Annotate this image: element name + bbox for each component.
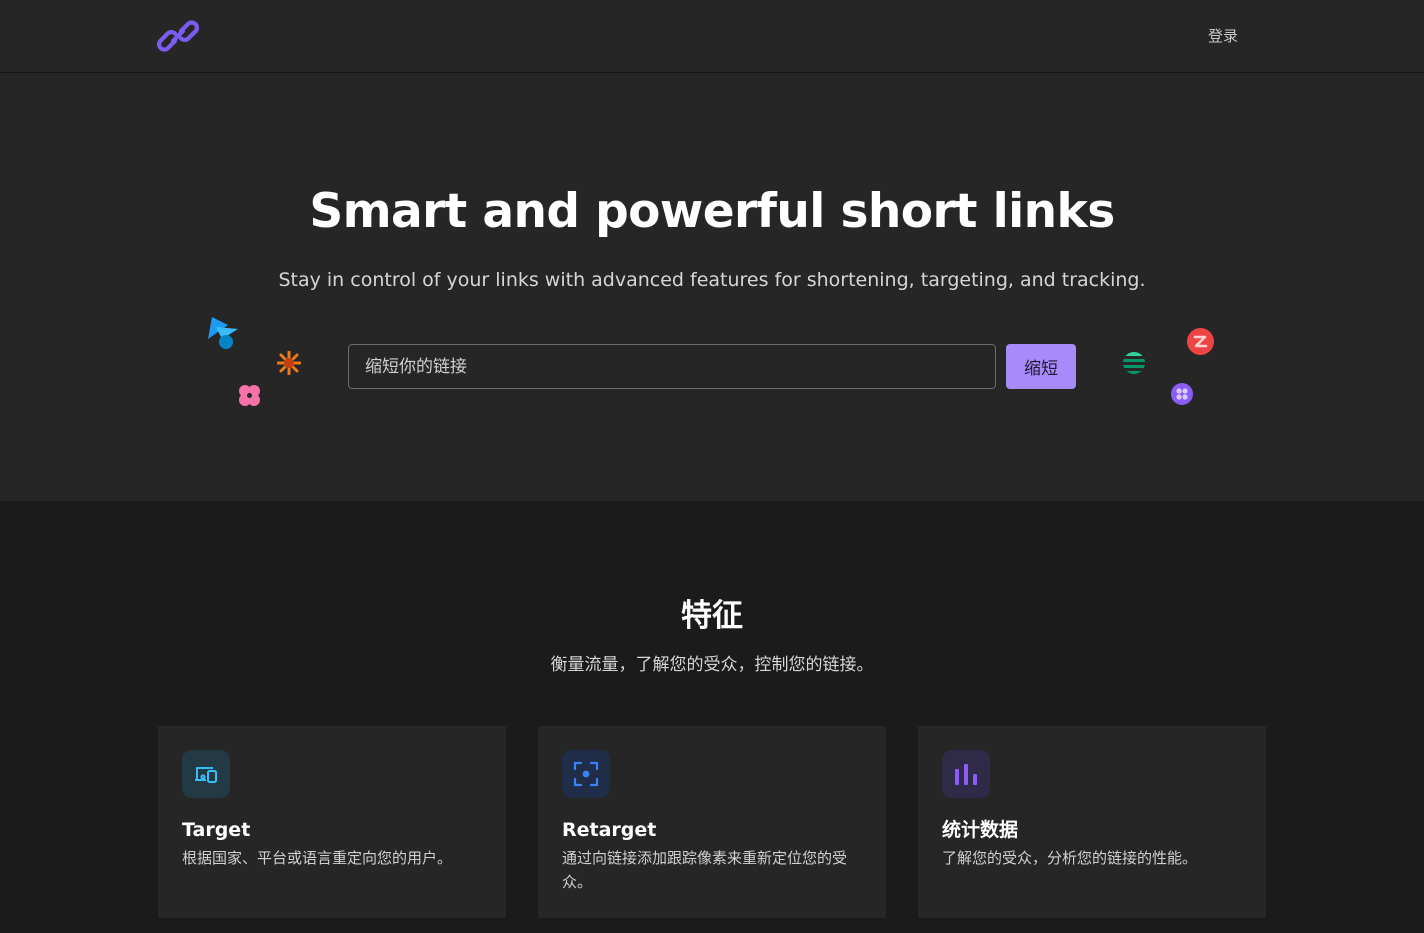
- hero-title: Smart and powerful short links: [309, 184, 1115, 239]
- top-navbar: 登录: [0, 0, 1424, 72]
- feature-card-title: Retarget: [562, 819, 657, 841]
- logo-link-icon[interactable]: [156, 14, 200, 58]
- login-link[interactable]: 登录: [1208, 24, 1238, 48]
- flower-logo-icon: [237, 383, 262, 412]
- features-subtitle: 衡量流量，了解您的受众，控制您的链接。: [550, 655, 874, 675]
- feature-card-description: 根据国家、平台或语言重定向您的用户。: [182, 849, 453, 867]
- shorten-button[interactable]: 缩短: [1006, 344, 1076, 389]
- hero-subtitle: Stay in control of your links with advan…: [278, 269, 1146, 291]
- feature-card-title: 统计数据: [942, 819, 1019, 841]
- striped-globe-icon: [1122, 351, 1146, 379]
- kite-logo-icon: [204, 315, 242, 355]
- feature-card-retarget: Retarget 通过向链接添加跟踪像素来重新定位您的受众。: [538, 726, 886, 918]
- focus-target-icon: [562, 750, 610, 798]
- hero-section: Smart and powerful short links Stay in c…: [0, 72, 1424, 501]
- feature-card-description: 了解您的受众，分析您的链接的性能。: [942, 849, 1198, 867]
- clover-badge-icon: [1170, 382, 1194, 410]
- sun-logo-icon: [276, 350, 302, 379]
- feature-card-target: Target 根据国家、平台或语言重定向您的用户。: [158, 726, 506, 918]
- feature-card-statistics: 统计数据 了解您的受众，分析您的链接的性能。: [918, 726, 1266, 918]
- features-title: 特征: [681, 598, 743, 634]
- feature-card-title: Target: [182, 819, 251, 841]
- shorten-url-input[interactable]: [348, 344, 996, 389]
- feature-card-description: 通过向链接添加跟踪像素来重新定位您的受众。: [562, 849, 848, 891]
- bolt-badge-icon: [1186, 327, 1215, 360]
- devices-icon: [182, 750, 230, 798]
- bar-chart-icon: [942, 750, 990, 798]
